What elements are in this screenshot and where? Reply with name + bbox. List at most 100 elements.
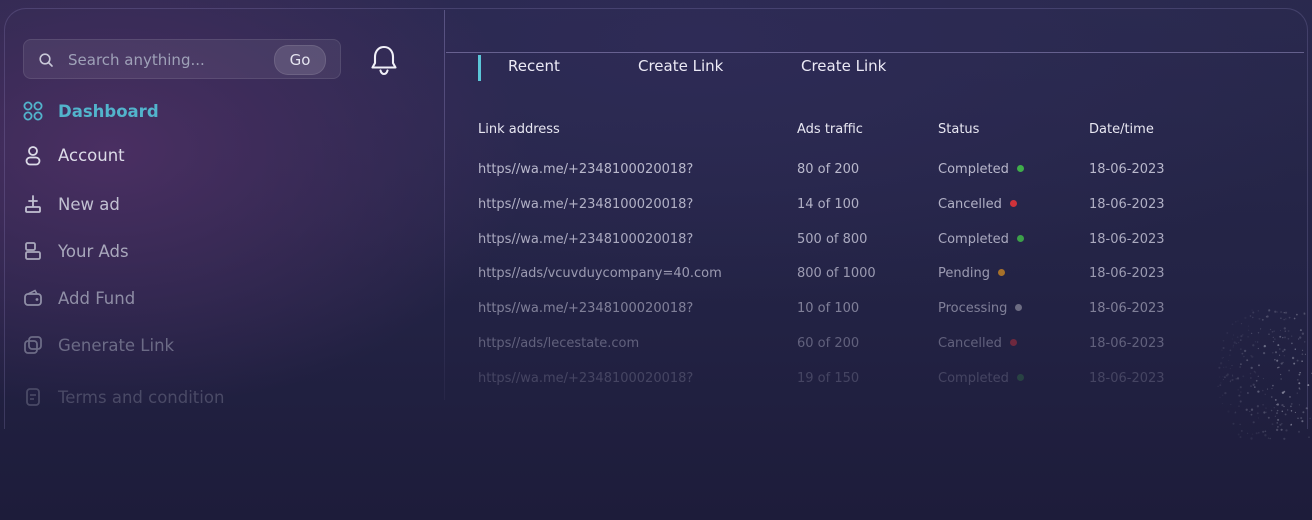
sidebar-item-add-fund[interactable]: Add Fund bbox=[22, 287, 135, 309]
date-cell: 18-06-2023 bbox=[1089, 371, 1165, 386]
ads-traffic-cell: 14 of 100 bbox=[797, 197, 859, 212]
tab-recent[interactable]: Recent bbox=[508, 57, 560, 75]
notification-bell-icon[interactable] bbox=[368, 43, 400, 77]
table-row[interactable]: https//ads/lecestate.com 60 of 200 Cancell… bbox=[478, 336, 1258, 356]
ads-traffic-cell: 80 of 200 bbox=[797, 162, 859, 177]
link-address-cell[interactable]: https//ads/vcuvduycompany=40.com bbox=[478, 266, 722, 281]
date-cell-text: 18-06-2023 bbox=[1089, 231, 1165, 247]
status-cell: Cancelled bbox=[938, 197, 1017, 212]
go-button[interactable]: Go bbox=[274, 45, 326, 75]
ads-traffic-cell: 800 of 1000 bbox=[797, 266, 876, 281]
link-address-cell[interactable]: https//ads/lecestate.com bbox=[478, 336, 639, 351]
decorative-particles bbox=[1217, 309, 1312, 440]
ads-traffic-cell: 10 of 100 bbox=[797, 301, 859, 316]
status-dot-icon bbox=[1009, 199, 1017, 207]
tab-create-link[interactable]: Create Link bbox=[638, 57, 723, 75]
status-dot-icon bbox=[1016, 165, 1024, 172]
date-cell: 18-06-2023 bbox=[1089, 232, 1165, 247]
date-cell: 18-06-2023 bbox=[1089, 336, 1165, 351]
table-row[interactable]: https//wa.me/+2348100020018? 14 of 100 Can… bbox=[478, 197, 1258, 217]
ads-traffic-cell-text: 19 of 150 bbox=[797, 370, 860, 386]
sidebar-item-terms[interactable]: Terms and condition bbox=[22, 386, 224, 408]
table-row[interactable]: https//wa.me/+2348100020018? 10 of 100 Pro… bbox=[478, 301, 1258, 321]
layout-icon bbox=[25, 242, 41, 260]
ads-traffic-cell-text: 500 of 800 bbox=[797, 231, 868, 247]
status-cell: Completed bbox=[938, 162, 1024, 177]
ads-traffic-cell-text: 10 of 100 bbox=[797, 301, 860, 317]
status-cell-text: Pending bbox=[938, 266, 990, 282]
sidebar-divider bbox=[444, 10, 445, 400]
sidebar-item-account[interactable]: Account bbox=[22, 144, 125, 166]
link-address-cell-text: https//wa.me/+2348100020018? bbox=[478, 162, 694, 177]
link-copy-icon bbox=[24, 336, 42, 354]
sidebar-item-generate-link[interactable]: Generate Link bbox=[22, 334, 174, 356]
status-dot-icon bbox=[1015, 304, 1023, 312]
table-row[interactable]: https//wa.me/+2348100020018? 80 of 200 Com… bbox=[478, 162, 1258, 182]
sidebar-item-label: Terms and condition bbox=[58, 387, 225, 407]
date-cell-text: 18-06-2023 bbox=[1089, 162, 1165, 177]
date-cell: 18-06-2023 bbox=[1089, 197, 1165, 212]
date-cell-text: 18-06-2023 bbox=[1089, 336, 1165, 351]
ads-traffic-cell: 500 of 800 bbox=[797, 232, 867, 247]
wallet-icon bbox=[24, 289, 42, 306]
column-header-status: Status bbox=[938, 122, 980, 137]
table-row[interactable]: https//wa.me/+2348100020018? 19 of 150 Com… bbox=[478, 371, 1258, 391]
link-address-cell[interactable]: https//wa.me/+2348100020018? bbox=[478, 197, 693, 212]
date-cell: 18-06-2023 bbox=[1089, 162, 1165, 177]
status-cell-text: Processing bbox=[938, 301, 1008, 317]
status-cell: Completed bbox=[938, 232, 1024, 247]
link-address-cell[interactable]: https//wa.me/+2348100020018? bbox=[478, 301, 693, 316]
search-bar: Go bbox=[23, 39, 341, 79]
document-icon bbox=[26, 388, 40, 406]
sidebar-item-your-ads[interactable]: Your Ads bbox=[22, 240, 129, 262]
grid-icon bbox=[23, 101, 43, 121]
sidebar-item-label: Dashboard bbox=[58, 101, 159, 121]
search-input[interactable] bbox=[66, 46, 270, 74]
status-cell-text: Cancelled bbox=[938, 196, 1002, 212]
sidebar-item-label: Your Ads bbox=[58, 241, 129, 261]
sidebar-item-dashboard[interactable]: Dashboard bbox=[22, 100, 159, 122]
ads-traffic-cell-text: 60 of 200 bbox=[797, 336, 860, 351]
table-row[interactable]: https//wa.me/+2348100020018? 500 of 800 Co… bbox=[478, 232, 1258, 252]
status-dot-icon bbox=[1016, 373, 1024, 381]
column-header-link: Link address bbox=[478, 122, 560, 137]
status-cell-text: Cancelled bbox=[938, 336, 1002, 351]
link-address-cell[interactable]: https//wa.me/+2348100020018? bbox=[478, 232, 693, 247]
sidebar-item-label: Account bbox=[58, 145, 125, 165]
active-tab-indicator bbox=[478, 55, 481, 81]
date-cell: 18-06-2023 bbox=[1089, 266, 1165, 281]
ads-traffic-cell: 60 of 200 bbox=[797, 336, 859, 351]
ads-traffic-cell-text: 800 of 1000 bbox=[797, 266, 876, 282]
link-address-cell[interactable]: https//wa.me/+2348100020018? bbox=[478, 162, 693, 177]
link-address-cell-text: https//wa.me/+2348100020018? bbox=[478, 370, 694, 386]
date-cell: 18-06-2023 bbox=[1089, 301, 1165, 316]
ads-traffic-cell: 19 of 150 bbox=[797, 371, 859, 386]
sidebar-item-new-ad[interactable]: New ad bbox=[22, 193, 120, 215]
date-cell-text: 18-06-2023 bbox=[1089, 370, 1165, 386]
sidebar-item-label: Generate Link bbox=[58, 335, 175, 355]
column-header-traffic: Ads traffic bbox=[797, 122, 863, 137]
upload-icon bbox=[25, 195, 41, 213]
status-cell: Processing bbox=[938, 301, 1023, 317]
link-address-cell-text: https//wa.me/+2348100020018? bbox=[478, 196, 694, 212]
date-cell-text: 18-06-2023 bbox=[1089, 301, 1165, 317]
status-cell-text: Completed bbox=[938, 231, 1009, 247]
header-divider bbox=[446, 52, 1304, 53]
status-cell: Cancelled bbox=[938, 336, 1017, 351]
tab-create-link-2[interactable]: Create Link bbox=[801, 57, 886, 75]
link-address-cell-text: https//wa.me/+2348100020018? bbox=[478, 231, 694, 247]
status-cell-text: Completed bbox=[938, 370, 1009, 386]
link-address-cell[interactable]: https//wa.me/+2348100020018? bbox=[478, 371, 693, 386]
link-address-cell-text: https//ads/lecestate.com bbox=[478, 336, 640, 351]
status-dot-icon bbox=[997, 269, 1005, 277]
search-icon bbox=[39, 53, 53, 67]
table-row[interactable]: https//ads/vcuvduycompany=40.com 800 of 1… bbox=[478, 266, 1258, 286]
status-cell: Pending bbox=[938, 266, 1005, 281]
date-cell-text: 18-06-2023 bbox=[1089, 266, 1165, 282]
sidebar: Go Dashboard Account bbox=[0, 0, 444, 520]
column-header-date: Date/time bbox=[1089, 122, 1154, 137]
status-dot-icon bbox=[1009, 339, 1017, 346]
link-address-cell-text: https//wa.me/+2348100020018? bbox=[478, 301, 694, 317]
status-dot-icon bbox=[1016, 234, 1024, 242]
sidebar-item-label: Add Fund bbox=[58, 288, 136, 308]
